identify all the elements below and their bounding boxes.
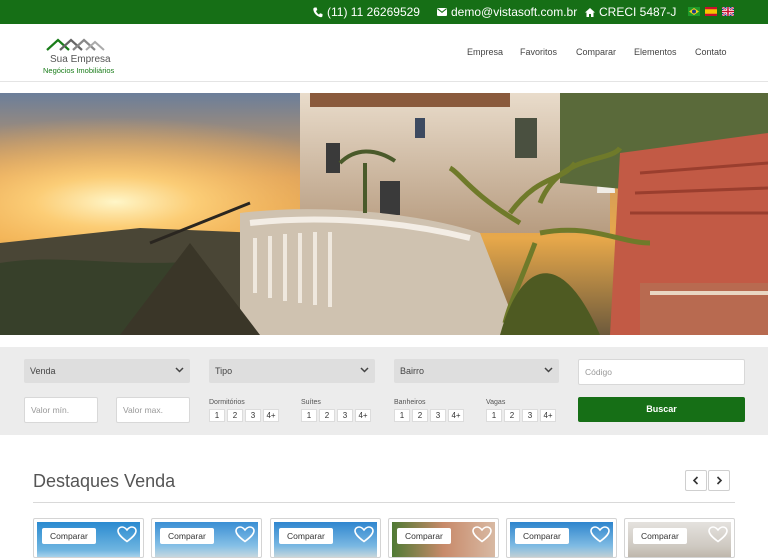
envelope-icon [437, 8, 447, 16]
property-card[interactable]: Comparar [624, 518, 735, 558]
bedrooms-option[interactable]: 2 [227, 409, 243, 422]
hero-banner [0, 93, 768, 335]
phone-contact[interactable]: (11) 11 26269529 [313, 5, 420, 19]
max-price-input[interactable]: Valor max. [116, 397, 190, 423]
type-select[interactable]: Tipo [209, 359, 375, 383]
chevron-left-icon [692, 476, 699, 485]
email-text: demo@vistasoft.com.br [451, 5, 578, 19]
parking-option[interactable]: 4+ [540, 409, 556, 422]
chevron-down-icon [175, 367, 184, 373]
type-select-value: Tipo [215, 366, 233, 376]
property-card[interactable]: Comparar [151, 518, 262, 558]
suites-label: Suítes [301, 399, 321, 406]
chevron-down-icon [360, 367, 369, 373]
bathrooms-option[interactable]: 2 [412, 409, 428, 422]
bathrooms-label: Banheiros [394, 399, 426, 406]
district-select-value: Bairro [400, 366, 425, 376]
bathrooms-option[interactable]: 3 [430, 409, 446, 422]
heart-icon[interactable] [472, 526, 492, 543]
bedrooms-label: Dormitórios [209, 399, 245, 406]
operation-select-value: Venda [30, 366, 56, 376]
phone-icon [313, 7, 323, 18]
suites-option[interactable]: 3 [337, 409, 353, 422]
heart-icon[interactable] [354, 526, 374, 543]
creci-text: CRECI 5487-J [599, 5, 677, 19]
min-price-placeholder: Valor mín. [31, 405, 70, 415]
nav-elementos[interactable]: Elementos [634, 47, 677, 57]
parking-option[interactable]: 1 [486, 409, 502, 422]
bedrooms-option[interactable]: 3 [245, 409, 261, 422]
property-card[interactable]: Comparar [270, 518, 381, 558]
nav-contato[interactable]: Contato [695, 47, 727, 57]
property-card[interactable]: Comparar [506, 518, 617, 558]
chevron-right-icon [716, 476, 723, 485]
compare-button[interactable]: Comparar [633, 528, 687, 544]
code-input-placeholder: Código [585, 367, 612, 377]
logo-company-name: Sua Empresa [50, 54, 111, 65]
compare-button[interactable]: Comparar [515, 528, 569, 544]
max-price-placeholder: Valor max. [123, 405, 163, 415]
compare-button[interactable]: Comparar [397, 528, 451, 544]
min-price-input[interactable]: Valor mín. [24, 397, 98, 423]
suites-option[interactable]: 4+ [355, 409, 371, 422]
parking-label: Vagas [486, 399, 506, 406]
search-button[interactable]: Buscar [578, 397, 745, 422]
bathrooms-option[interactable]: 4+ [448, 409, 464, 422]
carousel-prev-button[interactable] [685, 470, 707, 491]
email-contact[interactable]: demo@vistasoft.com.br [437, 5, 577, 19]
home-icon [585, 7, 595, 17]
district-select[interactable]: Bairro [394, 359, 559, 383]
code-input[interactable]: Código [578, 359, 745, 385]
compare-button[interactable]: Comparar [42, 528, 96, 544]
villa-sunset-image [0, 93, 768, 335]
property-card[interactable]: Comparar [388, 518, 499, 558]
carousel-next-button[interactable] [708, 470, 730, 491]
bedrooms-option[interactable]: 4+ [263, 409, 279, 422]
heart-icon[interactable] [708, 526, 728, 543]
top-bar: (11) 11 26269529 demo@vistasoft.com.br C… [0, 0, 768, 24]
nav-comparar[interactable]: Comparar [576, 47, 616, 57]
uk-flag-icon[interactable] [722, 7, 734, 16]
logo-subtitle: Negócios Imobiliários [43, 66, 115, 75]
heart-icon[interactable] [590, 526, 610, 543]
bedrooms-option[interactable]: 1 [209, 409, 225, 422]
parking-option[interactable]: 3 [522, 409, 538, 422]
nav-favoritos[interactable]: Favoritos [520, 47, 557, 57]
creci-info: CRECI 5487-J [585, 5, 676, 19]
suites-option[interactable]: 1 [301, 409, 317, 422]
spain-flag-icon[interactable] [705, 7, 717, 16]
section-divider [33, 502, 735, 503]
operation-select[interactable]: Venda [24, 359, 190, 383]
bathrooms-option[interactable]: 1 [394, 409, 410, 422]
compare-button[interactable]: Comparar [279, 528, 333, 544]
nav-empresa[interactable]: Empresa [467, 47, 503, 57]
phone-text: (11) 11 26269529 [327, 5, 420, 19]
property-card[interactable]: Comparar [33, 518, 144, 558]
heart-icon[interactable] [117, 526, 137, 543]
site-header: Sua Empresa Negócios Imobiliários Empres… [0, 24, 768, 82]
featured-title: Destaques Venda [33, 471, 176, 491]
parking-option[interactable]: 2 [504, 409, 520, 422]
heart-icon[interactable] [235, 526, 255, 543]
compare-button[interactable]: Comparar [160, 528, 214, 544]
chevron-down-icon [544, 367, 553, 373]
brazil-flag-icon[interactable] [688, 7, 700, 16]
suites-option[interactable]: 2 [319, 409, 335, 422]
